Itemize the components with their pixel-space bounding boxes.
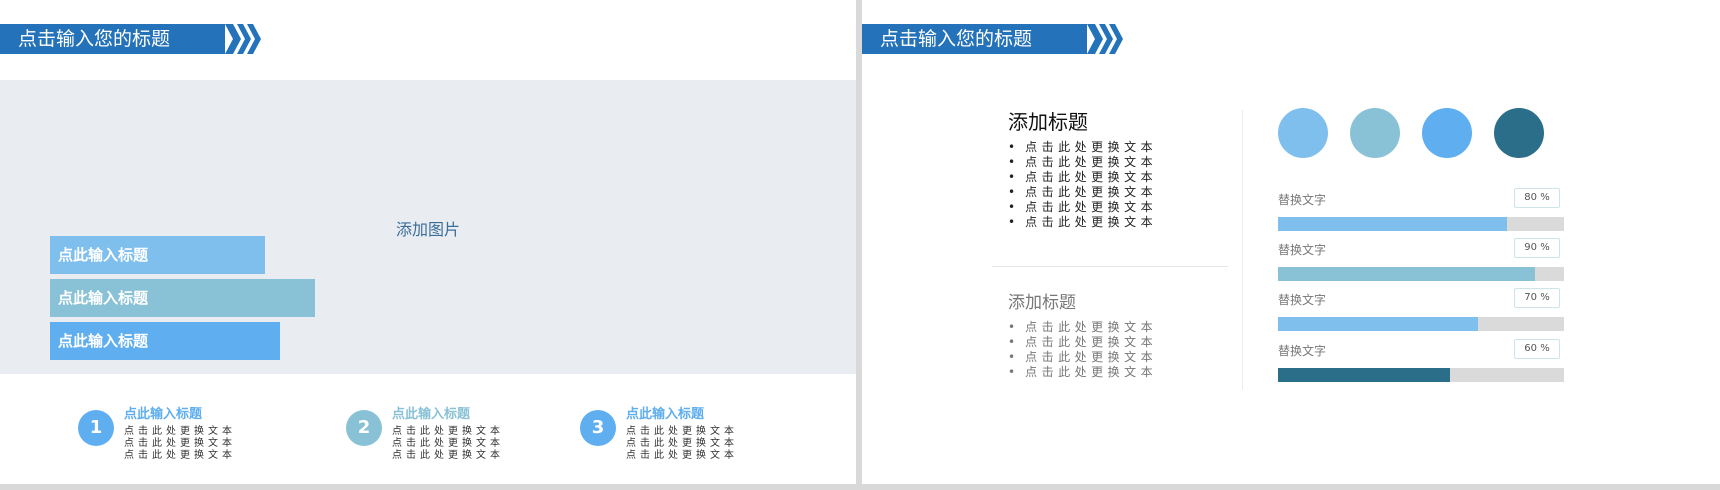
progress-track-1 (1278, 217, 1564, 231)
step-title-1[interactable]: 点此输入标题 (124, 403, 202, 422)
image-placeholder-label: 添加图片 (396, 220, 461, 239)
divider (992, 266, 1228, 267)
progress-fill (1278, 267, 1536, 281)
progress-fill (1278, 217, 1507, 231)
slide-right: 点击输入您的标题 添加标题 点击此处更换文本 点击此处更换文本 点击此处更换文本… (862, 0, 1720, 484)
list-item: 点击此处更换文本 (1008, 200, 1157, 215)
step-text-2[interactable]: 点击此处更换文本 点击此处更换文本 点击此处更换文本 (392, 426, 504, 462)
step-number-2: 2 (346, 410, 382, 446)
step-number-3: 3 (580, 410, 616, 446)
step-text-3[interactable]: 点击此处更换文本 点击此处更换文本 点击此处更换文本 (626, 426, 738, 462)
progress-track-4 (1278, 368, 1564, 382)
list-item: 点击此处更换文本 (1008, 170, 1157, 185)
step-title-2[interactable]: 点此输入标题 (392, 403, 470, 422)
list-item: 点击此处更换文本 (1008, 350, 1157, 365)
progress-track-3 (1278, 317, 1564, 331)
step-text-line: 点击此处更换文本 (392, 450, 504, 461)
tag-2[interactable]: 点此输入标题 (50, 279, 315, 317)
bar-label-2[interactable]: 替换文字 (1278, 241, 1326, 258)
color-circle-2 (1350, 108, 1400, 158)
progress-track-2 (1278, 267, 1564, 281)
step-text-1[interactable]: 点击此处更换文本 点击此处更换文本 点击此处更换文本 (124, 426, 236, 462)
step-text-line: 点击此处更换文本 (626, 426, 738, 437)
section-title-2[interactable]: 添加标题 (1008, 288, 1076, 313)
slide-title[interactable]: 点击输入您的标题 (862, 24, 1087, 54)
step-text-line: 点击此处更换文本 (626, 438, 738, 449)
list-item: 点击此处更换文本 (1008, 140, 1157, 155)
percent-badge-2: 90 % (1514, 238, 1560, 258)
tag-1[interactable]: 点此输入标题 (50, 236, 265, 274)
slide-left: 点击输入您的标题 添加图片 点此输入标题 点此输入标题 点此输入标题 1 点此输… (0, 0, 856, 484)
list-item: 点击此处更换文本 (1008, 320, 1157, 335)
progress-fill (1278, 317, 1479, 331)
percent-badge-1: 80 % (1514, 188, 1560, 208)
bar-label-4[interactable]: 替换文字 (1278, 342, 1326, 359)
color-circle-1 (1278, 108, 1328, 158)
step-text-line: 点击此处更换文本 (124, 438, 236, 449)
list-item: 点击此处更换文本 (1008, 215, 1157, 230)
step-title-3[interactable]: 点此输入标题 (626, 403, 704, 422)
section-title-1[interactable]: 添加标题 (1008, 106, 1088, 135)
step-number-1: 1 (78, 410, 114, 446)
bar-label-1[interactable]: 替换文字 (1278, 191, 1326, 208)
color-circle-4 (1494, 108, 1544, 158)
bullet-list-2[interactable]: 点击此处更换文本 点击此处更换文本 点击此处更换文本 点击此处更换文本 (1008, 320, 1157, 380)
list-item: 点击此处更换文本 (1008, 335, 1157, 350)
bar-label-3[interactable]: 替换文字 (1278, 291, 1326, 308)
color-circle-3 (1422, 108, 1472, 158)
step-text-line: 点击此处更换文本 (626, 450, 738, 461)
tag-3[interactable]: 点此输入标题 (50, 322, 280, 360)
slide-title[interactable]: 点击输入您的标题 (0, 24, 225, 54)
divider (1242, 110, 1243, 390)
percent-badge-3: 70 % (1514, 288, 1560, 308)
chevron-arrows-icon (1087, 24, 1123, 54)
percent-badge-4: 60 % (1514, 339, 1560, 359)
step-text-line: 点击此处更换文本 (124, 426, 236, 437)
step-text-line: 点击此处更换文本 (392, 426, 504, 437)
list-item: 点击此处更换文本 (1008, 155, 1157, 170)
list-item: 点击此处更换文本 (1008, 185, 1157, 200)
chevron-arrows-icon (225, 24, 261, 54)
progress-fill (1278, 368, 1450, 382)
step-text-line: 点击此处更换文本 (392, 438, 504, 449)
list-item: 点击此处更换文本 (1008, 365, 1157, 380)
step-text-line: 点击此处更换文本 (124, 450, 236, 461)
bullet-list-1[interactable]: 点击此处更换文本 点击此处更换文本 点击此处更换文本 点击此处更换文本 点击此处… (1008, 140, 1157, 230)
